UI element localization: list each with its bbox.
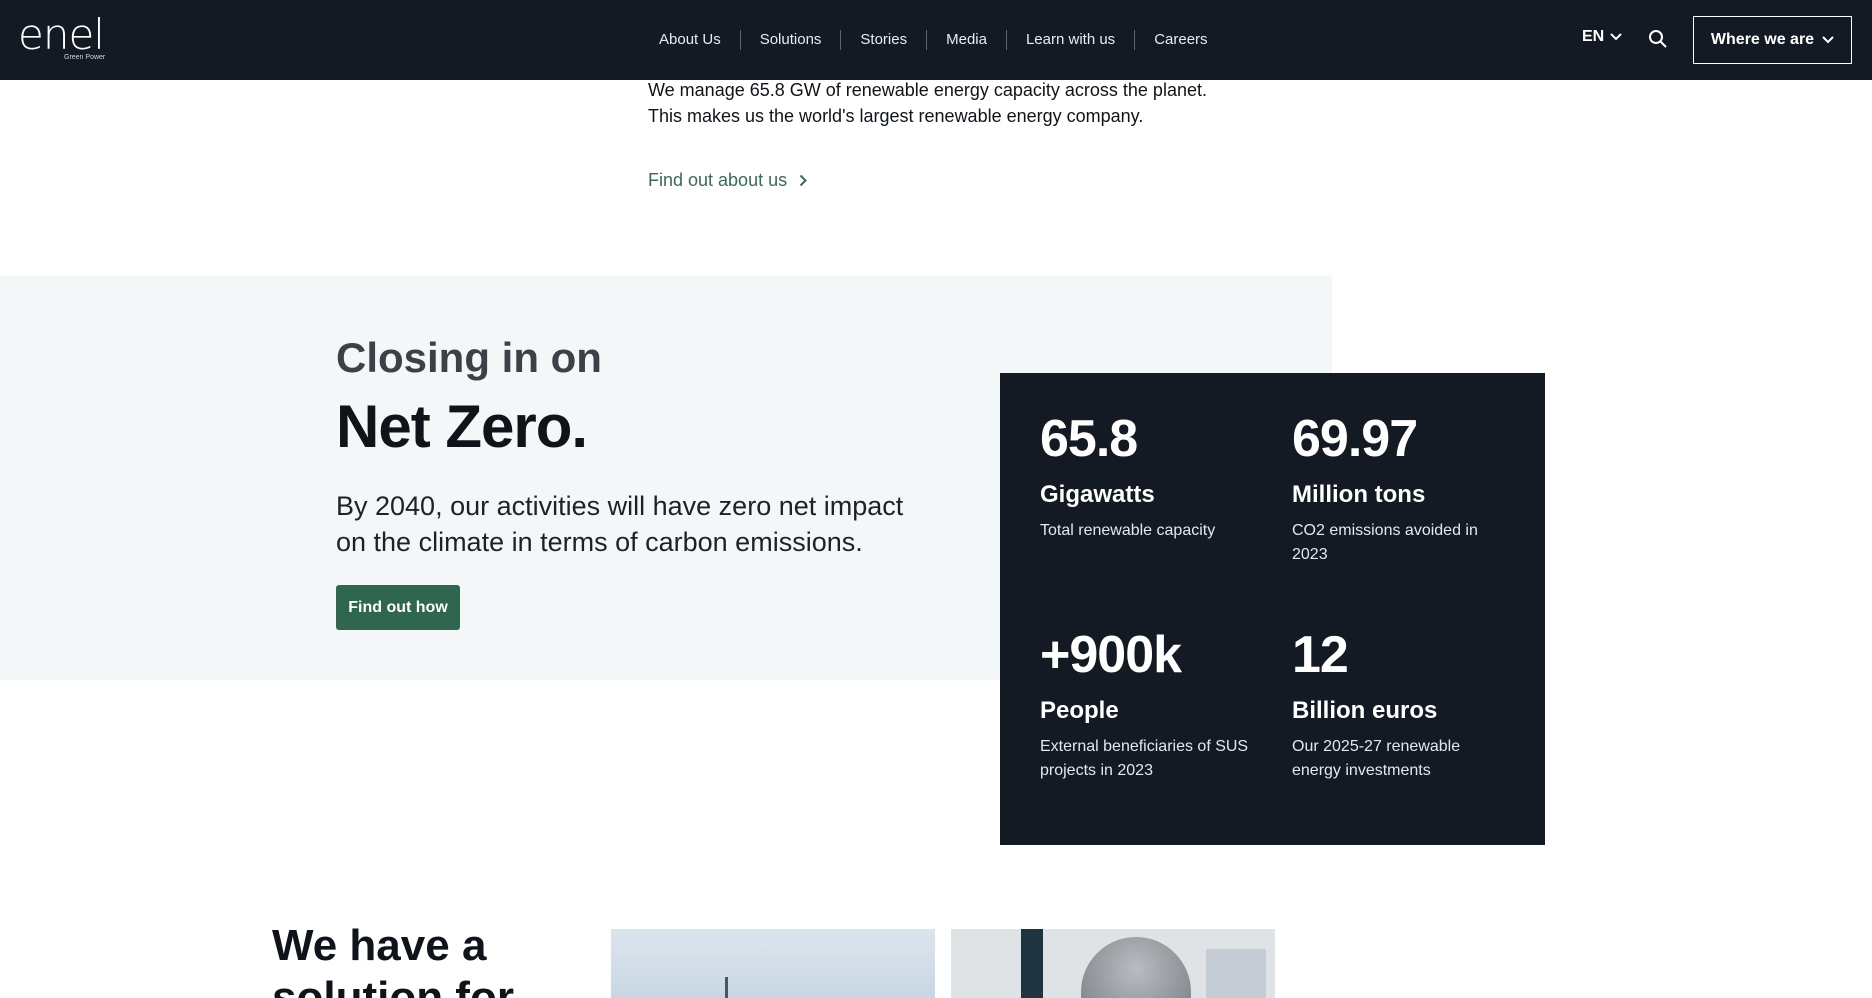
stat-unit: Million tons	[1292, 481, 1426, 508]
language-label: EN	[1582, 28, 1605, 45]
intro-text: We manage 65.8 GW of renewable energy ca…	[648, 77, 1268, 129]
chevron-right-icon	[799, 174, 808, 187]
stat-number: +900k	[1040, 626, 1182, 684]
solution-image-landscape[interactable]	[611, 929, 935, 998]
where-we-are-button[interactable]: Where we are	[1693, 16, 1852, 64]
find-out-how-button[interactable]: Find out how	[336, 585, 460, 630]
image-detail	[1206, 949, 1266, 998]
stat-card: 12 Billion euros Our 2025-27 renewable e…	[1292, 625, 1502, 783]
site-header: enel Green Power About Us Solutions Stor…	[0, 0, 1872, 80]
stat-number: 12	[1292, 626, 1349, 684]
stat-description: Total renewable capacity	[1040, 522, 1216, 539]
net-zero-kicker: Closing in on	[336, 334, 602, 381]
stat-card: 65.8 Gigawatts Total renewable capacity	[1040, 409, 1250, 543]
chevron-down-icon	[1822, 36, 1834, 44]
image-detail	[725, 977, 728, 998]
stat-description: CO2 emissions avoided in 2023	[1292, 522, 1478, 563]
stat-number: 69.97	[1292, 410, 1418, 468]
where-we-are-label: Where we are	[1710, 31, 1815, 48]
main-nav: About Us Solutions Stories Media Learn w…	[640, 28, 1227, 52]
stat-card: 69.97 Million tons CO2 emissions avoided…	[1292, 409, 1502, 567]
search-button[interactable]	[1648, 29, 1670, 51]
nav-learn-with-us[interactable]: Learn with us	[1005, 30, 1134, 50]
stat-unit: Billion euros	[1292, 697, 1438, 724]
image-detail	[1021, 929, 1043, 998]
find-out-about-us-label: Find out about us	[648, 170, 788, 190]
stat-card: +900k People External beneficiaries of S…	[1040, 625, 1250, 783]
intro-line-1: We manage 65.8 GW of renewable energy ca…	[648, 80, 1207, 100]
nav-careers[interactable]: Careers	[1134, 30, 1226, 50]
solution-image-person[interactable]	[951, 929, 1275, 998]
enel-logo[interactable]: enel Green Power	[18, 10, 113, 66]
chevron-down-icon	[1610, 33, 1622, 41]
solutions-heading-text: We have a solution for	[272, 921, 514, 998]
nav-stories[interactable]: Stories	[840, 30, 926, 50]
stat-unit: People	[1040, 697, 1119, 724]
net-zero-description: By 2040, our activities will have zero n…	[336, 491, 904, 557]
nav-solutions[interactable]: Solutions	[739, 30, 841, 50]
logo-wordmark: enel	[18, 10, 105, 59]
find-out-about-us-link[interactable]: Find out about us	[648, 170, 808, 191]
nav-media[interactable]: Media	[926, 30, 1006, 50]
logo-subtitle: Green Power	[64, 54, 106, 61]
nav-about-us[interactable]: About Us	[640, 30, 740, 50]
solutions-heading: We have a solution for	[272, 920, 532, 998]
stat-unit: Gigawatts	[1040, 481, 1155, 508]
search-icon	[1649, 30, 1667, 48]
image-detail	[1081, 937, 1191, 998]
language-selector[interactable]: EN	[1582, 28, 1622, 46]
stat-description: External beneficiaries of SUS projects i…	[1040, 738, 1249, 779]
net-zero-title: Net Zero.	[336, 393, 588, 460]
intro-line-2: This makes us the world's largest renewa…	[648, 106, 1144, 126]
stats-panel: 65.8 Gigawatts Total renewable capacity …	[1000, 373, 1545, 845]
stat-description: Our 2025-27 renewable energy investments	[1292, 738, 1461, 779]
stat-number: 65.8	[1040, 410, 1138, 468]
